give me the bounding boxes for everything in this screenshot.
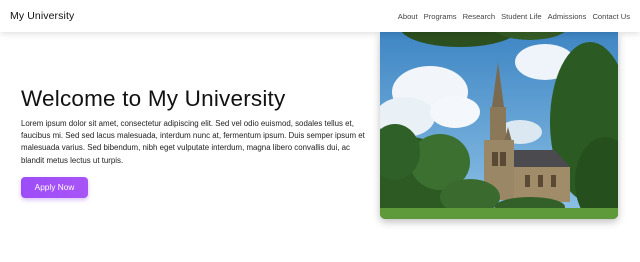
hero-title: Welcome to My University bbox=[21, 86, 286, 111]
nav-link-student-life[interactable]: Student Life bbox=[501, 12, 542, 21]
hero-description: Lorem ipsum dolor sit amet, consectetur … bbox=[21, 119, 365, 165]
campus-photo-illustration bbox=[380, 32, 618, 219]
main-nav: About Programs Research Student Life Adm… bbox=[398, 12, 630, 21]
campus-chapel-photo bbox=[380, 32, 618, 219]
top-navbar: My University About Programs Research St… bbox=[0, 0, 640, 32]
nav-link-admissions[interactable]: Admissions bbox=[548, 12, 587, 21]
hero-section: Welcome to My University Lorem ipsum dol… bbox=[21, 86, 366, 198]
site-logo-text[interactable]: My University bbox=[10, 10, 74, 22]
nav-link-contact-us[interactable]: Contact Us bbox=[592, 12, 630, 21]
nav-link-research[interactable]: Research bbox=[463, 12, 496, 21]
nav-link-about[interactable]: About bbox=[398, 12, 418, 21]
apply-now-button[interactable]: Apply Now bbox=[21, 176, 88, 198]
nav-link-programs[interactable]: Programs bbox=[424, 12, 457, 21]
